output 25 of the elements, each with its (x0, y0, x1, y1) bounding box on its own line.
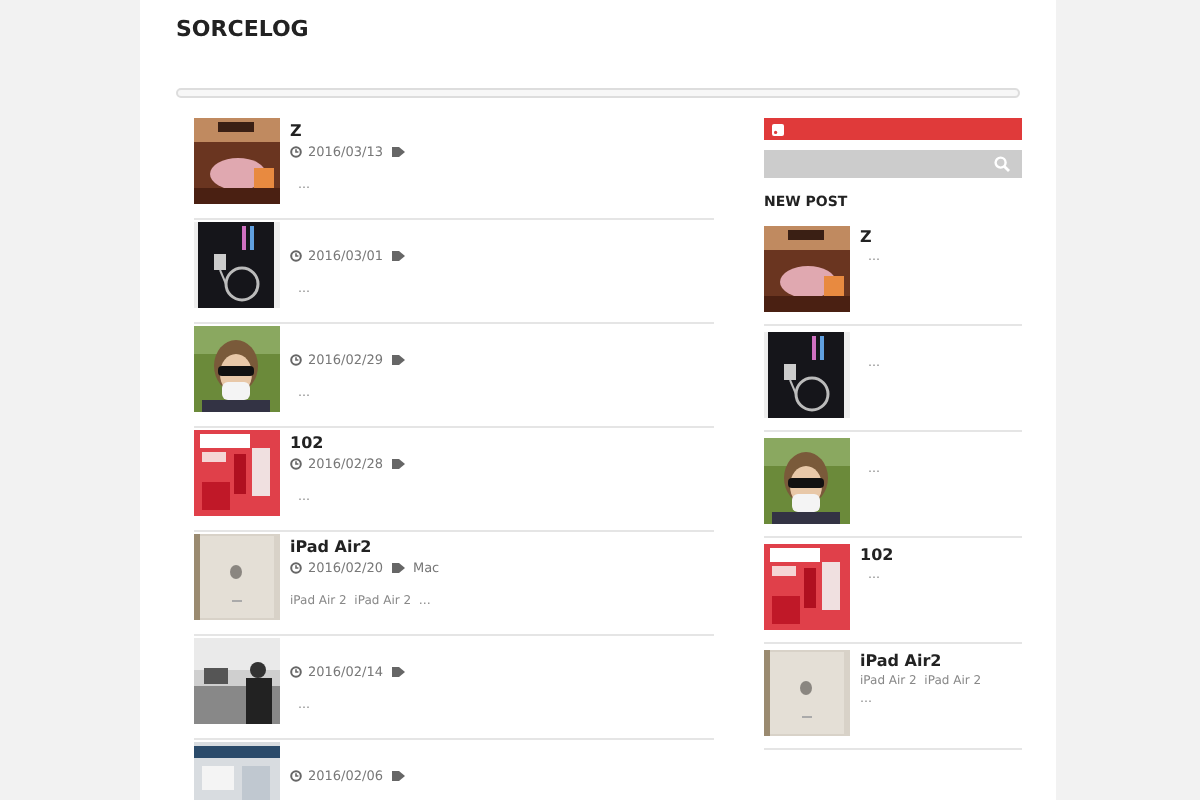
site-title[interactable]: SORCELOG (176, 16, 1020, 44)
clock-icon (290, 666, 302, 678)
clock-icon (290, 250, 302, 262)
tag-icon (392, 770, 407, 782)
post-title[interactable]: iPad Air2 (290, 538, 440, 558)
tag-icon (392, 250, 407, 262)
post-title[interactable]: iPad Air2 (860, 652, 982, 672)
search-icon (994, 156, 1010, 172)
clock-icon (290, 770, 302, 782)
tag-icon (392, 458, 407, 470)
tag-icon (392, 666, 407, 678)
clock-icon (290, 354, 302, 366)
clock-icon (290, 146, 302, 158)
tag-icon (392, 562, 407, 574)
post-title[interactable]: Z (860, 228, 880, 248)
clock-icon (290, 458, 302, 470)
post-title[interactable]: 102 (860, 546, 894, 566)
post-title[interactable]: 102 (290, 434, 407, 454)
rss-bar[interactable] (764, 118, 1022, 140)
tag-icon (392, 354, 407, 366)
tag-icon (392, 146, 407, 158)
post-title[interactable]: Z (290, 122, 407, 142)
search-field[interactable] (764, 150, 1022, 178)
clock-icon (290, 562, 302, 574)
rss-icon (772, 123, 784, 135)
